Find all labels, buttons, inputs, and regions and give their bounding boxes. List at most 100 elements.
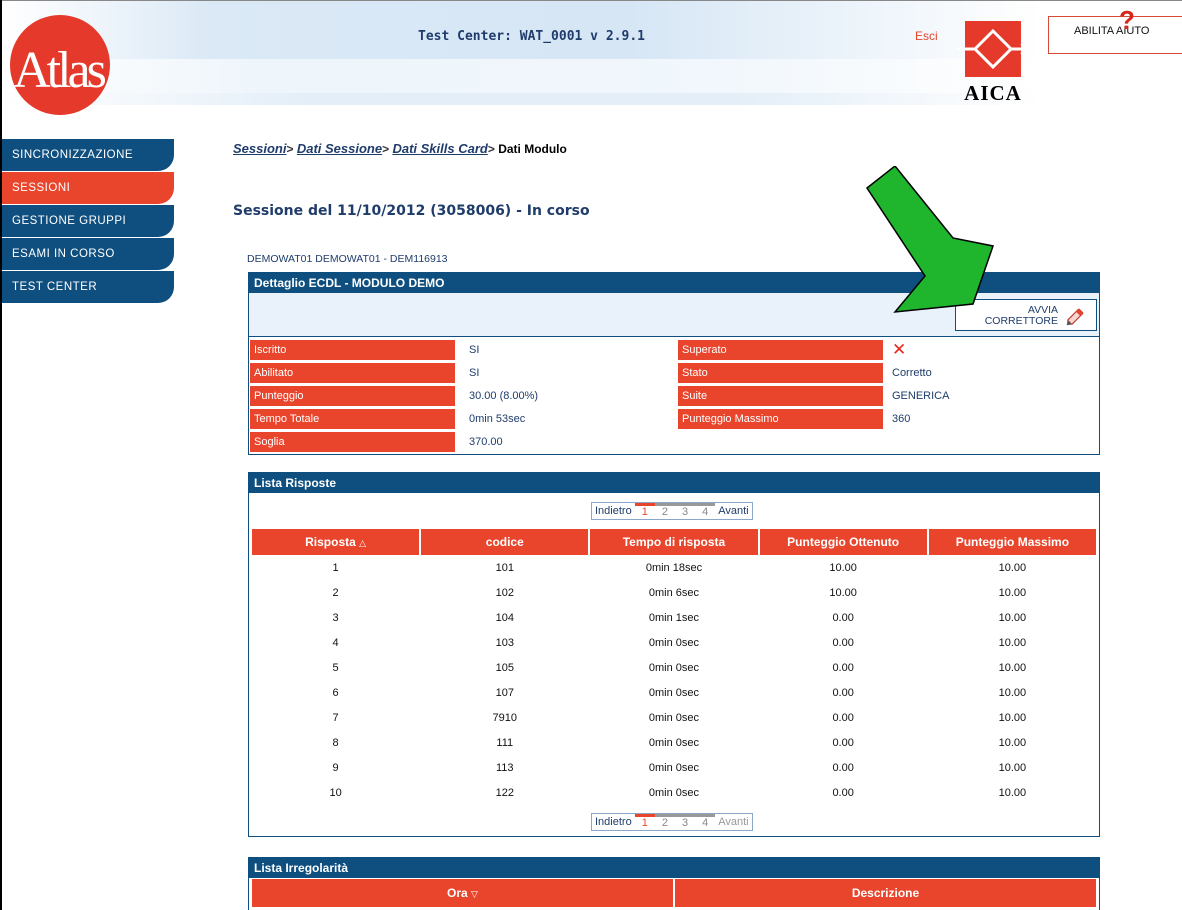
breadcrumb-separator: > xyxy=(382,142,390,156)
breadcrumb: Sessioni> Dati Sessione> Dati Skills Car… xyxy=(233,141,567,156)
sidebar-item-sincronizzazione[interactable]: SINCRONIZZAZIONE xyxy=(2,139,174,171)
table-cell: 4 xyxy=(332,636,339,649)
table-cell: 111 xyxy=(496,736,514,749)
table-header-row: Ora ▽ Descrizione xyxy=(252,879,1096,907)
table-cell: 10.00 xyxy=(998,761,1027,774)
table-cell: 10.00 xyxy=(998,711,1027,724)
pager-page-1[interactable]: 1 xyxy=(634,503,655,519)
field-label-stato: Stato xyxy=(678,363,883,383)
breadcrumb-sessioni[interactable]: Sessioni xyxy=(233,141,286,156)
table-row: 4 103 0min 0sec 0.00 10.00 xyxy=(252,630,1096,655)
green-arrow-annotation xyxy=(865,166,994,313)
table-cell: 10.00 xyxy=(829,586,857,599)
field-label-punteggio: Punteggio xyxy=(250,386,455,406)
table-cell: 10.00 xyxy=(998,586,1027,599)
field-value-punteggio: 30.00 (8.00%) xyxy=(469,390,539,402)
sidebar-item-test-center[interactable]: TEST CENTER xyxy=(2,271,174,303)
field-value-tempo-totale: 0min 53sec xyxy=(469,413,526,425)
breadcrumb-separator: > xyxy=(286,142,294,156)
table-cell: 10.00 xyxy=(829,561,857,574)
header-band-bottom xyxy=(2,93,1042,105)
close-icon: ✕ xyxy=(892,340,907,359)
field-value-abilitato: SI xyxy=(469,367,480,379)
sort-desc-icon: ▽ xyxy=(471,889,478,899)
avvia-correttore-label: AVVIA CORRETTORE xyxy=(985,305,1058,327)
table-cell: 10.00 xyxy=(998,686,1027,699)
pager-page-3[interactable]: 3 xyxy=(674,814,696,830)
table-cell: 10 xyxy=(329,786,342,799)
logout-link[interactable]: Esci xyxy=(915,29,938,43)
sidebar-item-gestione-gruppi[interactable]: GESTIONE GRUPPI xyxy=(2,205,174,237)
pager-page-4[interactable]: 4 xyxy=(695,503,716,519)
field-label-soglia: Soglia xyxy=(250,432,455,452)
table-cell: 0min 0sec xyxy=(648,736,700,749)
breadcrumb-dati-sessione[interactable]: Dati Sessione xyxy=(297,141,382,156)
table-cell: 10.00 xyxy=(998,736,1027,749)
field-value-stato: Corretto xyxy=(892,367,932,379)
table-cell: 0min 0sec xyxy=(648,636,700,649)
table-row: 5 105 0min 0sec 0.00 10.00 xyxy=(252,655,1096,680)
pager-page-2[interactable]: 2 xyxy=(654,814,675,830)
pager-page-1[interactable]: 1 xyxy=(634,814,655,830)
breadcrumb-dati-skills-card[interactable]: Dati Skills Card xyxy=(392,141,487,156)
table-cell: 103 xyxy=(495,636,514,649)
sidebar-item-label: TEST CENTER xyxy=(12,281,98,293)
pager-bottom: Indietro 1 2 3 4 Avanti xyxy=(591,813,753,831)
table-cell: 122 xyxy=(495,786,514,799)
table-row: 9 113 0min 0sec 0.00 10.00 xyxy=(252,755,1096,780)
table-cell: 0min 0sec xyxy=(648,686,700,699)
sidebar-item-esami-in-corso[interactable]: ESAMI IN CORSO xyxy=(2,238,174,270)
column-header-risposta[interactable]: Risposta △ xyxy=(252,529,420,555)
table-row: 3 104 0min 1sec 0.00 10.00 xyxy=(252,605,1096,630)
table-cell: 102 xyxy=(495,586,514,599)
help-toggle-button[interactable]: ABILITA AIUTO xyxy=(1048,16,1182,54)
table-cell: 0.00 xyxy=(832,736,854,749)
risposte-panel: Lista Risposte Indietro 1 2 3 4 Avanti R… xyxy=(248,472,1100,837)
pager-next-button[interactable]: Avanti xyxy=(715,503,751,519)
table-cell: 0min 1sec xyxy=(648,611,700,624)
risposte-table: Risposta △ codice Tempo di risposta Punt… xyxy=(250,529,1098,805)
column-header-descrizione[interactable]: Descrizione xyxy=(675,879,1096,907)
table-cell: 0min 6sec xyxy=(648,586,700,599)
table-cell: 105 xyxy=(495,661,514,674)
pager-prev-button[interactable]: Indietro xyxy=(592,503,635,519)
column-header-codice[interactable]: codice xyxy=(421,529,589,555)
table-cell: 0min 0sec xyxy=(648,761,700,774)
field-value-punteggio-massimo: 360 xyxy=(892,413,911,425)
column-header-tempo[interactable]: Tempo di risposta xyxy=(590,529,758,555)
aica-logo-text: AICA xyxy=(964,81,1022,105)
field-label-superato: Superato xyxy=(678,340,883,360)
table-cell: 6 xyxy=(332,686,339,699)
irregolarita-panel: Lista Irregolarità Ora ▽ Descrizione xyxy=(248,857,1100,910)
table-cell: 0min 0sec xyxy=(648,786,700,799)
table-cell: 0.00 xyxy=(832,786,854,799)
sidebar-item-label: SESSIONI xyxy=(12,182,71,194)
pager-page-2[interactable]: 2 xyxy=(654,503,675,519)
sidebar-item-label: ESAMI IN CORSO xyxy=(12,248,115,260)
app-title: Test Center: WAT_0001 v 2.9.1 xyxy=(418,29,645,44)
table-cell: 5 xyxy=(332,661,339,674)
table-cell: 0.00 xyxy=(832,661,854,674)
table-cell: 10.00 xyxy=(998,561,1027,574)
field-label-iscritto: Iscritto xyxy=(250,340,455,360)
risposte-panel-title: Lista Risposte xyxy=(249,473,1099,493)
svg-text:Atlas: Atlas xyxy=(13,42,106,99)
pager-prev-button[interactable]: Indietro xyxy=(592,814,635,830)
breadcrumb-current: Dati Modulo xyxy=(498,142,567,156)
irregolarita-table: Ora ▽ Descrizione xyxy=(250,879,1098,907)
column-header-punteggio-ottenuto[interactable]: Punteggio Ottenuto xyxy=(759,529,927,555)
pager-page-4[interactable]: 4 xyxy=(695,814,716,830)
sidebar-item-sessioni[interactable]: SESSIONI xyxy=(2,172,174,204)
column-header-ora[interactable]: Ora ▽ xyxy=(252,879,673,907)
column-header-punteggio-massimo[interactable]: Punteggio Massimo xyxy=(928,529,1096,555)
table-cell: 107 xyxy=(495,686,514,699)
question-icon[interactable]: ? xyxy=(1119,5,1135,36)
field-value-suite: GENERICA xyxy=(892,390,950,402)
aica-symbol-icon xyxy=(957,21,1029,77)
help-toggle-label: ABILITA AIUTO xyxy=(1074,25,1150,37)
sidebar-item-label: GESTIONE GRUPPI xyxy=(12,215,127,227)
table-cell: 0min 0sec xyxy=(648,711,700,724)
pager-page-3[interactable]: 3 xyxy=(674,503,696,519)
table-row: 2 102 0min 6sec 10.00 10.00 xyxy=(252,580,1096,605)
pencil-icon xyxy=(1066,308,1084,326)
